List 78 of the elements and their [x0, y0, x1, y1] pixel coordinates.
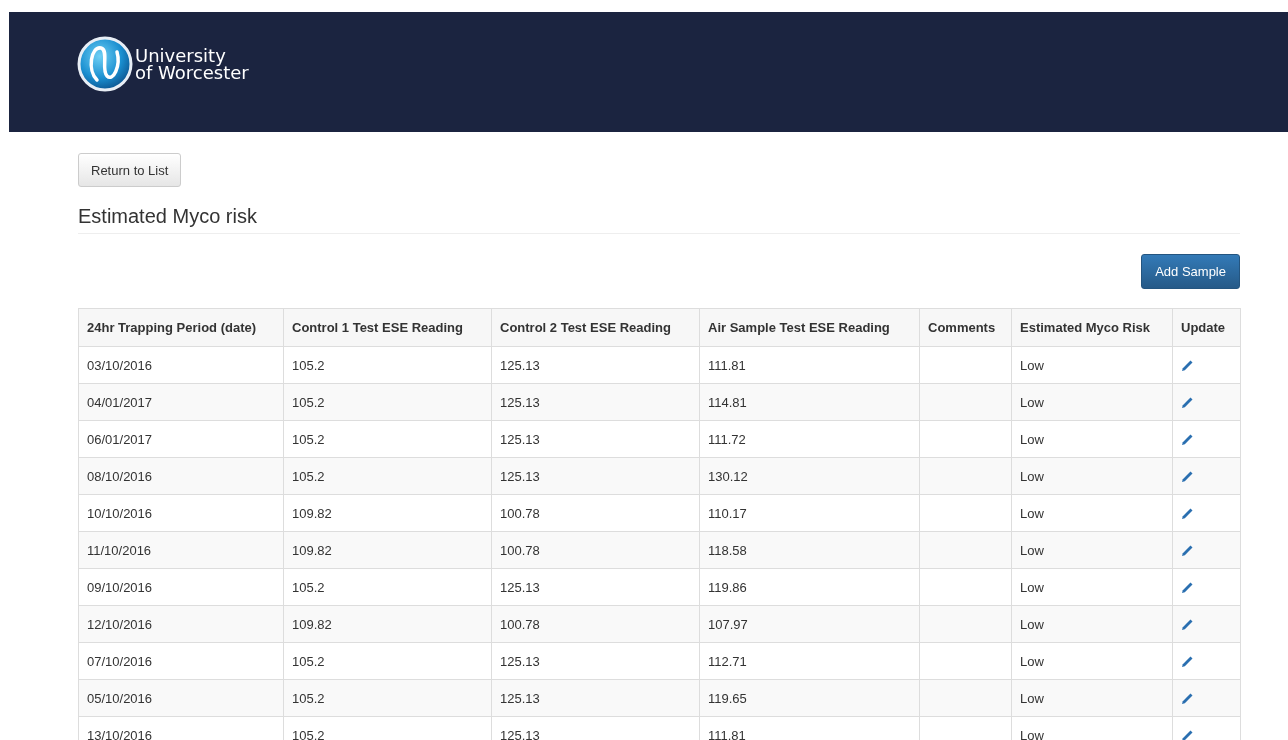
column-header: Air Sample Test ESE Reading [699, 308, 920, 347]
table-cell: 109.82 [283, 605, 492, 643]
column-header: Comments [919, 308, 1012, 347]
table-cell: 05/10/2016 [78, 679, 284, 717]
table-cell: 125.13 [491, 420, 700, 458]
table-cell: Low [1011, 605, 1173, 643]
table-cell: 125.13 [491, 346, 700, 384]
table-cell: Low [1011, 716, 1173, 740]
pencil-icon[interactable] [1181, 506, 1194, 520]
table-cell: Low [1011, 531, 1173, 569]
table-cell: Low [1011, 494, 1173, 532]
column-header: Control 1 Test ESE Reading [283, 308, 492, 347]
table-cell: Low [1011, 383, 1173, 421]
table-cell: 111.72 [699, 420, 920, 458]
table-cell: 111.81 [699, 346, 920, 384]
table-cell: 119.65 [699, 679, 920, 717]
table-cell: 105.2 [283, 679, 492, 717]
table-cell: 08/10/2016 [78, 457, 284, 495]
table-cell: Low [1011, 568, 1173, 606]
pencil-icon[interactable] [1181, 691, 1194, 705]
table-cell: 125.13 [491, 457, 700, 495]
table-cell: 11/10/2016 [78, 531, 284, 569]
table-cell: 03/10/2016 [78, 346, 284, 384]
table-cell: 12/10/2016 [78, 605, 284, 643]
table-cell: 100.78 [491, 531, 700, 569]
column-header: Estimated Myco Risk [1011, 308, 1173, 347]
pencil-icon[interactable] [1181, 543, 1194, 557]
table-cell: 100.78 [491, 605, 700, 643]
table-cell: 105.2 [283, 457, 492, 495]
table-cell: 125.13 [491, 383, 700, 421]
table-cell: 105.2 [283, 642, 492, 680]
table-cell: 118.58 [699, 531, 920, 569]
logo-icon [77, 36, 133, 92]
table-cell: 130.12 [699, 457, 920, 495]
table-cell: 10/10/2016 [78, 494, 284, 532]
table-cell: 13/10/2016 [78, 716, 284, 740]
table-cell: 111.81 [699, 716, 920, 740]
table-cell: 109.82 [283, 494, 492, 532]
table-cell: 100.78 [491, 494, 700, 532]
pencil-icon[interactable] [1181, 654, 1194, 668]
add-sample-button[interactable]: Add Sample [1141, 254, 1240, 289]
table-cell: 105.2 [283, 568, 492, 606]
pencil-icon[interactable] [1181, 617, 1194, 631]
column-header: 24hr Trapping Period (date) [78, 308, 284, 347]
table-cell: 07/10/2016 [78, 642, 284, 680]
page-title: Estimated Myco risk [78, 205, 1240, 234]
pencil-icon[interactable] [1181, 358, 1194, 372]
table-cell: 119.86 [699, 568, 920, 606]
table-cell: 105.2 [283, 716, 492, 740]
table-cell: 114.81 [699, 383, 920, 421]
table-cell: Low [1011, 642, 1173, 680]
pencil-icon[interactable] [1181, 469, 1194, 483]
table-cell: 125.13 [491, 716, 700, 740]
table-cell: 04/01/2017 [78, 383, 284, 421]
pencil-icon[interactable] [1181, 580, 1194, 594]
pencil-icon[interactable] [1181, 432, 1194, 446]
column-header: Update [1172, 308, 1241, 347]
table-cell: 107.97 [699, 605, 920, 643]
table-cell: 109.82 [283, 531, 492, 569]
return-button[interactable]: Return to List [78, 153, 182, 187]
table-cell: Low [1011, 420, 1173, 458]
table-cell: 09/10/2016 [78, 568, 284, 606]
table-cell: 105.2 [283, 383, 492, 421]
logo-text: University [135, 47, 227, 64]
column-header: Control 2 Test ESE Reading [491, 308, 700, 347]
pencil-icon[interactable] [1181, 728, 1194, 740]
table-cell: 105.2 [283, 420, 492, 458]
table-cell: 125.13 [491, 568, 700, 606]
table-cell: 110.17 [699, 494, 920, 532]
table-cell: Low [1011, 457, 1173, 495]
table-cell: 125.13 [491, 642, 700, 680]
table-cell: 125.13 [491, 679, 700, 717]
table-cell: Low [1011, 346, 1173, 384]
pencil-icon[interactable] [1181, 395, 1194, 409]
table-cell: Low [1011, 679, 1173, 717]
table-cell: 112.71 [699, 642, 920, 680]
table-cell: 105.2 [283, 346, 492, 384]
table-cell: 06/01/2017 [78, 420, 284, 458]
